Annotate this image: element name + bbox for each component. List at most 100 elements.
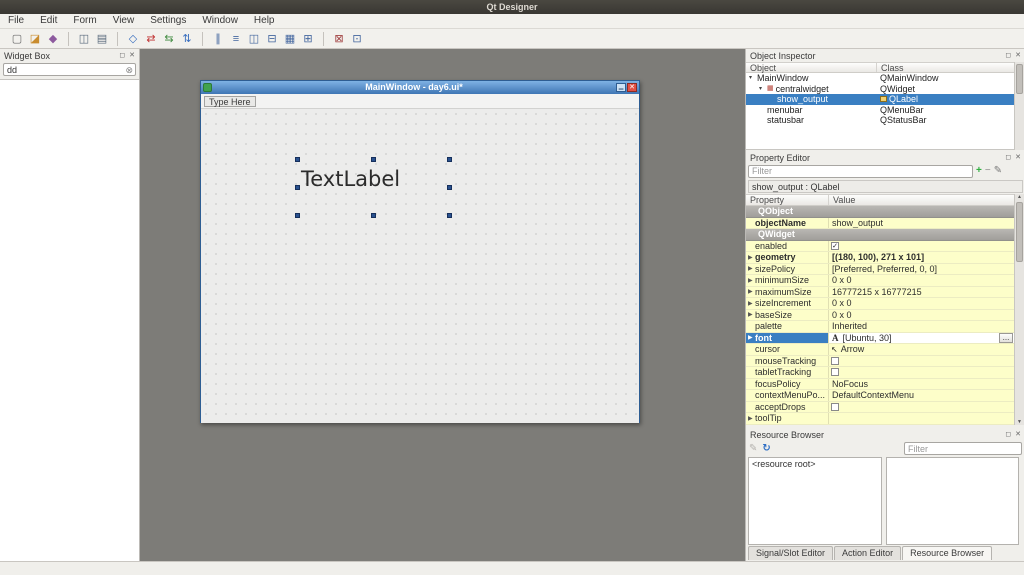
inspector-row-menubar[interactable]: menubar QMenuBar	[746, 105, 1015, 116]
property-row-tabletTracking[interactable]: tabletTracking	[746, 367, 1015, 379]
form-window[interactable]: MainWindow - day6.ui* ▁ ✕ Type Here Text…	[200, 80, 640, 423]
float-icon[interactable]: ◻	[119, 49, 125, 62]
property-group-QObject[interactable]: QObject	[746, 206, 1015, 218]
edit-widgets-icon[interactable]: ◇	[124, 31, 142, 47]
property-row-objectName[interactable]: objectName show_output	[746, 217, 1015, 229]
close-icon[interactable]: ✕	[1015, 428, 1021, 441]
edit-tab-order-icon[interactable]: ⇅	[178, 31, 196, 47]
checkbox-unchecked[interactable]	[831, 402, 839, 411]
expander-icon[interactable]: ▾	[759, 84, 767, 95]
expander-icon[interactable]: ▶	[746, 288, 755, 295]
resource-root-item[interactable]: <resource root>	[752, 459, 816, 469]
scrollbar-thumb[interactable]	[1016, 64, 1023, 94]
clear-filter-icon[interactable]: ⊗	[125, 64, 133, 76]
new-form-icon[interactable]: ▢	[8, 31, 26, 47]
property-row-focusPolicy[interactable]: focusPolicy NoFocus	[746, 378, 1015, 390]
expander-icon[interactable]: ▶	[746, 277, 755, 284]
selection-handle[interactable]	[447, 213, 452, 218]
tab-signal-slot-editor[interactable]: Signal/Slot Editor	[748, 546, 834, 560]
scrollbar-thumb[interactable]	[1016, 202, 1023, 262]
property-row-acceptDrops[interactable]: acceptDrops	[746, 401, 1015, 413]
expander-icon[interactable]: ▾	[749, 73, 757, 84]
column-property[interactable]: Property	[746, 195, 829, 205]
layout-horizontally-icon[interactable]: ∥	[209, 31, 227, 47]
property-group-QWidget[interactable]: QWidget	[746, 229, 1015, 241]
adjust-size-icon[interactable]: ⊡	[348, 31, 366, 47]
expander-icon[interactable]: ▶	[746, 415, 755, 422]
property-filter-input[interactable]	[748, 164, 973, 178]
selection-handle[interactable]	[447, 157, 452, 162]
float-icon[interactable]: ◻	[1005, 49, 1011, 62]
reload-icon[interactable]: ↻	[762, 443, 770, 454]
menu-help[interactable]: Help	[246, 14, 283, 28]
inspector-row-centralwidget[interactable]: ▾ ▦ centralwidget QWidget	[746, 84, 1015, 95]
selection-handle[interactable]	[371, 213, 376, 218]
resource-tree[interactable]: <resource root>	[748, 457, 882, 545]
property-row-sizeIncrement[interactable]: ▶ sizeIncrement 0 x 0	[746, 298, 1015, 310]
checkbox-unchecked[interactable]	[831, 356, 839, 365]
column-value[interactable]: Value	[829, 195, 1015, 205]
tab-action-editor[interactable]: Action Editor	[834, 546, 902, 560]
edit-buddies-icon[interactable]: ⇆	[160, 31, 178, 47]
checkbox-unchecked[interactable]	[831, 368, 839, 377]
widget-box-list[interactable]	[0, 79, 139, 561]
expander-icon[interactable]: ▶	[746, 254, 755, 261]
property-row-palette[interactable]: palette Inherited	[746, 321, 1015, 333]
break-layout-icon[interactable]: ⊠	[330, 31, 348, 47]
selection-handle[interactable]	[295, 157, 300, 162]
resource-filter-input[interactable]	[904, 442, 1022, 455]
layout-grid-icon[interactable]: ⊞	[299, 31, 317, 47]
checkbox-checked[interactable]: ✓	[831, 241, 839, 250]
selection-handle[interactable]	[295, 213, 300, 218]
expander-icon[interactable]: ▶	[746, 265, 755, 272]
inspector-row-statusbar[interactable]: statusbar QStatusBar	[746, 115, 1015, 126]
text-label[interactable]: TextLabel	[301, 167, 400, 191]
font-dialog-button[interactable]: ...	[999, 332, 1013, 343]
menu-settings[interactable]: Settings	[142, 14, 194, 28]
layout-form-icon[interactable]: ▦	[281, 31, 299, 47]
menu-view[interactable]: View	[105, 14, 143, 28]
selection-handle[interactable]	[447, 185, 452, 190]
property-row-mouseTracking[interactable]: mouseTracking	[746, 355, 1015, 367]
window-titlebar[interactable]: Qt Designer	[0, 0, 1024, 14]
property-row-font[interactable]: ▶ font A [Ubuntu, 30]...	[746, 332, 1015, 344]
property-editor-scrollbar[interactable]: ▲ ▼	[1014, 194, 1024, 425]
inspector-row-MainWindow[interactable]: ▾ MainWindow QMainWindow	[746, 73, 1015, 84]
property-row-maximumSize[interactable]: ▶ maximumSize 16777215 x 16777215	[746, 286, 1015, 298]
float-icon[interactable]: ◻	[1005, 428, 1011, 441]
float-icon[interactable]: ◻	[1005, 151, 1011, 164]
property-row-toolTip[interactable]: ▶ toolTip	[746, 413, 1015, 425]
property-row-minimumSize[interactable]: ▶ minimumSize 0 x 0	[746, 275, 1015, 287]
close-icon[interactable]: ✕	[1015, 151, 1021, 164]
remove-property-icon[interactable]: −	[985, 165, 991, 177]
close-icon[interactable]: ✕	[627, 83, 637, 92]
close-icon[interactable]: ✕	[129, 49, 135, 62]
expander-icon[interactable]: ▶	[746, 334, 755, 341]
property-row-geometry[interactable]: ▶ geometry [(180, 100), 271 x 101]	[746, 252, 1015, 264]
minimize-icon[interactable]: ▁	[616, 83, 626, 92]
configure-property-icon[interactable]: ✎	[994, 165, 1002, 177]
property-row-sizePolicy[interactable]: ▶ sizePolicy [Preferred, Preferred, 0, 0]	[746, 263, 1015, 275]
menu-type-here[interactable]: Type Here	[204, 96, 256, 107]
scroll-down-icon[interactable]: ▼	[1015, 419, 1024, 425]
save-form-icon[interactable]: ◆	[44, 31, 62, 47]
menu-window[interactable]: Window	[194, 14, 246, 28]
menu-edit[interactable]: Edit	[32, 14, 65, 28]
object-inspector-scrollbar[interactable]	[1014, 62, 1024, 150]
property-row-contextMenuPo[interactable]: contextMenuPo... DefaultContextMenu	[746, 390, 1015, 402]
form-titlebar[interactable]: MainWindow - day6.ui* ▁ ✕	[201, 81, 639, 94]
layout-vertically-icon[interactable]: ≡	[227, 31, 245, 47]
column-object[interactable]: Object	[746, 63, 877, 73]
edit-resources-icon[interactable]: ✎	[749, 443, 757, 454]
selection-handle[interactable]	[371, 157, 376, 162]
menu-file[interactable]: File	[0, 14, 32, 28]
property-row-baseSize[interactable]: ▶ baseSize 0 x 0	[746, 309, 1015, 321]
inspector-row-show_output[interactable]: show_output QLabel	[746, 94, 1015, 105]
widget-box-filter-input[interactable]	[3, 63, 136, 76]
copy-icon[interactable]: ◫	[75, 31, 93, 47]
tab-resource-browser[interactable]: Resource Browser	[902, 546, 993, 560]
property-row-cursor[interactable]: cursor ↖ Arrow	[746, 344, 1015, 356]
add-property-icon[interactable]: +	[976, 165, 982, 177]
layout-splitter-vertical-icon[interactable]: ⊟	[263, 31, 281, 47]
paste-icon[interactable]: ▤	[93, 31, 111, 47]
